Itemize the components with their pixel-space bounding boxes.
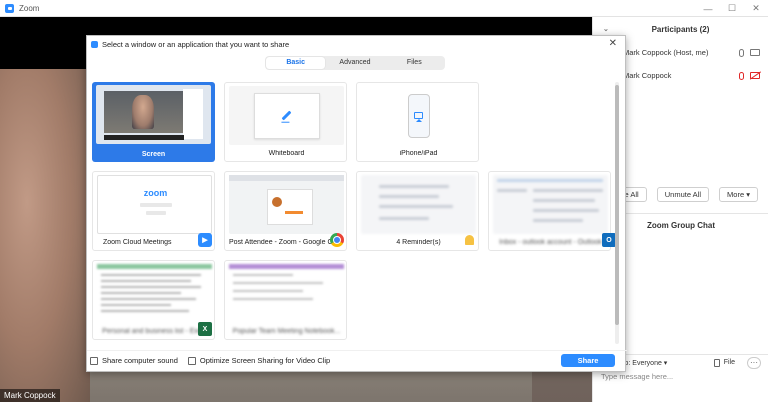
file-button[interactable]: File	[713, 358, 735, 367]
zoom-logo-icon	[5, 3, 14, 13]
pencil-icon	[281, 110, 292, 121]
share-tabs: Basic Advanced Files	[265, 56, 445, 70]
participants-title: Participants (2)	[651, 24, 710, 34]
maximize-button[interactable]: ☐	[720, 0, 744, 17]
optimize-video-option[interactable]: Optimize Screen Sharing for Video Clip	[187, 356, 331, 365]
tile-label: Whiteboard	[268, 150, 305, 157]
share-sound-checkbox[interactable]	[90, 356, 98, 365]
scrollbar-thumb[interactable]	[615, 85, 619, 325]
window-title: Zoom	[19, 3, 40, 13]
tab-files[interactable]: Files	[385, 57, 444, 69]
optimize-video-label: Optimize Screen Sharing for Video Clip	[199, 356, 331, 365]
outlook-window-thumbnail	[493, 175, 608, 234]
share-sound-option[interactable]: Share computer sound	[90, 356, 178, 365]
airplay-icon	[414, 112, 423, 122]
tile-label: Popular Team Meeting Notebook...	[232, 328, 341, 335]
tab-advanced[interactable]: Advanced	[325, 57, 384, 69]
share-button[interactable]: Share	[561, 354, 615, 367]
share-tile-reminders[interactable]: 4 Reminder(s)	[356, 171, 479, 251]
close-window-button[interactable]: ✕	[744, 0, 768, 17]
minimize-button[interactable]: —	[696, 0, 720, 17]
file-icon	[713, 358, 720, 367]
reminders-window-thumbnail	[361, 175, 476, 234]
microphone-muted-icon[interactable]	[739, 71, 744, 80]
tile-label: Post Attendee - Zoom - Google C...	[229, 239, 333, 246]
share-tile-zoom-cloud-meetings[interactable]: zoom Zoom Cloud Meetings ▶	[92, 171, 215, 251]
tile-label: Inbox - outlook account - Outlook	[499, 239, 602, 246]
file-label: File	[723, 359, 735, 366]
tile-scrollbar[interactable]	[615, 82, 619, 344]
share-tile-screen[interactable]: Screen	[92, 82, 215, 162]
iphone-thumbnail	[361, 86, 476, 145]
video-name-tag: Mark Coppock	[0, 389, 60, 402]
excel-window-thumbnail	[97, 264, 212, 323]
zoom-logo-icon	[91, 40, 98, 48]
share-tile-grid: Screen Whiteboard iPhone/iPad zoom Zoom …	[91, 82, 616, 344]
tab-basic[interactable]: Basic	[266, 57, 326, 69]
video-person-image	[0, 69, 90, 402]
optimize-video-checkbox[interactable]	[187, 356, 196, 365]
share-sound-label: Share computer sound	[102, 356, 178, 365]
window-controls: — ☐ ✕	[696, 0, 768, 17]
share-tile-iphone-ipad[interactable]: iPhone/iPad	[356, 82, 479, 162]
excel-app-icon: X	[198, 322, 212, 336]
zoom-window-thumbnail: zoom	[97, 175, 212, 234]
tile-label: Screen	[141, 151, 166, 158]
microphone-icon[interactable]	[739, 48, 744, 57]
dialog-titlebar: Select a window or an application that y…	[87, 36, 627, 52]
share-tile-onenote[interactable]: Popular Team Meeting Notebook...	[224, 260, 347, 340]
chrome-app-icon	[330, 233, 344, 247]
share-tile-chrome[interactable]: Post Attendee - Zoom - Google C...	[224, 171, 347, 251]
app-titlebar: Zoom — ☐ ✕	[0, 0, 768, 17]
bell-icon	[462, 233, 476, 247]
share-dialog: Select a window or an application that y…	[86, 35, 627, 372]
more-button[interactable]: More ▾	[719, 187, 758, 202]
onenote-window-thumbnail	[229, 264, 344, 323]
chrome-window-thumbnail	[229, 175, 344, 234]
outlook-app-icon: O	[602, 233, 616, 247]
zoom-wordmark: zoom	[143, 188, 168, 198]
chat-input[interactable]: Type message here...	[593, 372, 768, 381]
zoom-app-icon: ▶	[198, 233, 212, 247]
phone-icon	[407, 93, 430, 138]
share-tile-excel[interactable]: Personal and business list - Excel X	[92, 260, 215, 340]
chat-more-button[interactable]: ···	[747, 356, 761, 369]
tile-label: iPhone/iPad	[399, 150, 438, 157]
unmute-all-button[interactable]: Unmute All	[656, 187, 710, 202]
chevron-down-icon[interactable]: ⌄	[603, 25, 609, 33]
participant-name: Mark Coppock (Host, me)	[623, 48, 709, 57]
dialog-footer: Share computer sound Optimize Screen Sha…	[87, 350, 627, 370]
camera-off-icon[interactable]	[750, 71, 760, 79]
chat-recipient-select[interactable]: To: Everyone ▾	[621, 359, 667, 367]
share-tile-outlook[interactable]: Inbox - outlook account - Outlook O	[488, 171, 616, 251]
participant-name: Mark Coppock	[623, 71, 672, 80]
dialog-title: Select a window or an application that y…	[102, 39, 290, 49]
share-tile-whiteboard[interactable]: Whiteboard	[224, 82, 347, 162]
close-dialog-button[interactable]: ✕	[609, 38, 617, 49]
whiteboard-thumbnail	[229, 86, 344, 145]
camera-icon[interactable]	[750, 48, 760, 56]
screen-thumbnail	[96, 85, 211, 144]
